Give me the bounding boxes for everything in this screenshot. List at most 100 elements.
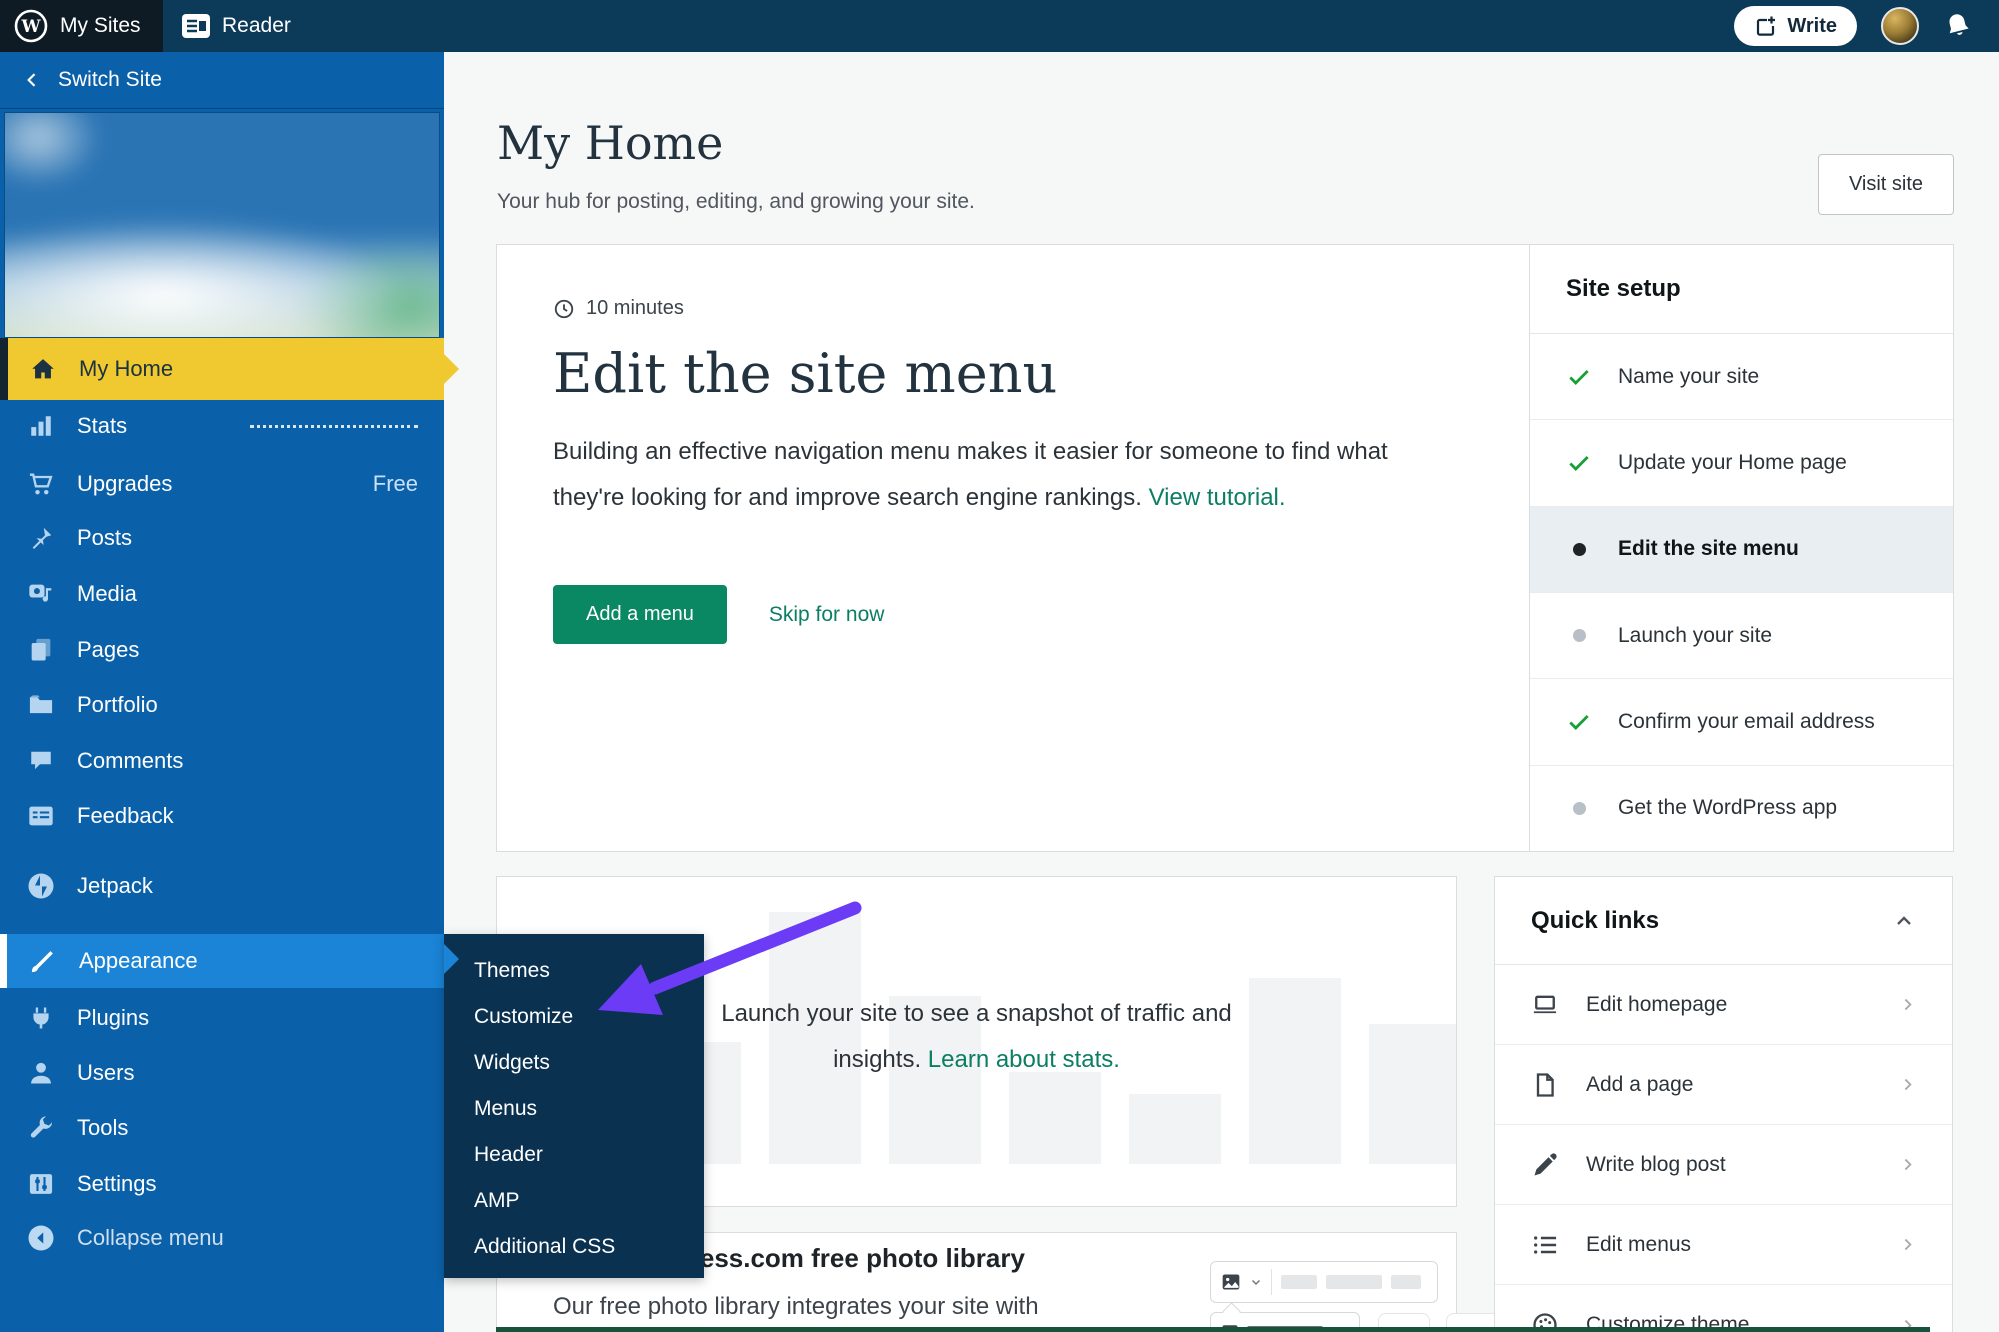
clock-icon xyxy=(554,299,574,318)
chevron-up-icon[interactable] xyxy=(1892,909,1916,933)
sidebar-item-plugins[interactable]: Plugins xyxy=(0,990,444,1046)
user-avatar[interactable] xyxy=(1881,7,1919,45)
comment-bubble-icon xyxy=(26,746,56,776)
photo-library-description: Our free photo library integrates your s… xyxy=(553,1293,1039,1320)
check-icon xyxy=(1566,709,1592,735)
reader-button[interactable]: Reader xyxy=(181,0,291,52)
quick-link-label: Edit homepage xyxy=(1586,992,1728,1016)
task-timer: 10 minutes xyxy=(553,297,1473,320)
visit-site-button[interactable]: Visit site xyxy=(1818,154,1954,215)
write-label: Write xyxy=(1787,14,1837,37)
sidebar-item-label: Tools xyxy=(77,1115,129,1140)
my-sites-button[interactable]: W My Sites xyxy=(0,0,163,52)
site-setup-panel: Site setup Name your site Update your Ho… xyxy=(1529,245,1953,851)
setup-item-update-home-page[interactable]: Update your Home page xyxy=(1530,420,1953,507)
quick-links-header[interactable]: Quick links xyxy=(1495,877,1952,965)
collapse-arrow-icon xyxy=(26,1223,56,1253)
flyout-item-widgets[interactable]: Widgets xyxy=(474,1040,704,1086)
setup-item-label: Edit the site menu xyxy=(1618,537,1799,561)
chevron-right-icon xyxy=(1904,998,1912,1011)
cart-icon xyxy=(26,469,56,499)
flyout-item-additional-css[interactable]: Additional CSS xyxy=(474,1224,704,1270)
setup-item-label: Confirm your email address xyxy=(1618,709,1875,733)
skip-for-now-link[interactable]: Skip for now xyxy=(769,603,885,627)
sidebar-item-pages[interactable]: Pages xyxy=(0,622,444,678)
sidebar-item-feedback[interactable]: Feedback xyxy=(0,788,444,844)
flyout-item-themes[interactable]: Themes xyxy=(474,948,704,994)
switch-site-button[interactable]: Switch Site xyxy=(0,52,444,109)
sidebar-item-comments[interactable]: Comments xyxy=(0,733,444,789)
setup-item-confirm-email[interactable]: Confirm your email address xyxy=(1530,679,1953,766)
quick-link-add-a-page[interactable]: Add a page xyxy=(1495,1045,1952,1125)
sidebar-item-label: Settings xyxy=(77,1171,157,1196)
placeholder-bar xyxy=(1391,1275,1421,1289)
setup-item-label: Name your site xyxy=(1618,364,1760,388)
task-card: 10 minutes Edit the site menu Building a… xyxy=(496,244,1954,852)
task-actions: Add a menu Skip for now xyxy=(553,585,1473,644)
sidebar-item-posts[interactable]: Posts xyxy=(0,510,444,566)
flyout-item-header[interactable]: Header xyxy=(474,1132,704,1178)
sidebar-item-jetpack[interactable]: Jetpack xyxy=(0,858,444,914)
switch-site-label: Switch Site xyxy=(58,68,162,91)
setup-item-edit-site-menu[interactable]: Edit the site menu xyxy=(1530,506,1953,593)
write-button[interactable]: Write xyxy=(1734,6,1857,46)
quick-link-edit-homepage[interactable]: Edit homepage xyxy=(1495,965,1952,1045)
sidebar-item-stats[interactable]: Stats xyxy=(0,398,444,454)
flyout-item-menus[interactable]: Menus xyxy=(474,1086,704,1132)
folder-icon xyxy=(26,690,56,720)
pending-dot-icon xyxy=(1566,795,1592,821)
pencil-icon xyxy=(1534,1152,1557,1175)
setup-item-name-your-site[interactable]: Name your site xyxy=(1530,334,1953,421)
stats-icon xyxy=(26,411,56,441)
jetpack-icon xyxy=(26,871,56,901)
sidebar-item-label: Stats xyxy=(77,413,128,438)
sidebar-item-upgrades[interactable]: Upgrades Free xyxy=(0,456,444,512)
setup-item-launch-your-site[interactable]: Launch your site xyxy=(1530,593,1953,680)
pending-dot-icon xyxy=(1566,623,1592,649)
chevron-right-icon xyxy=(1904,1158,1912,1171)
user-icon xyxy=(26,1058,56,1088)
site-preview-thumbnail[interactable] xyxy=(4,112,440,338)
compose-icon xyxy=(1757,16,1776,36)
quick-links-title: Quick links xyxy=(1531,906,1660,934)
list-icon xyxy=(1534,1235,1557,1254)
illustration-toolbar xyxy=(1210,1261,1438,1303)
setup-item-get-wordpress-app[interactable]: Get the WordPress app xyxy=(1530,766,1953,851)
sidebar-item-label: My Home xyxy=(79,356,174,381)
collapse-menu-label: Collapse menu xyxy=(77,1225,224,1250)
stats-sparkline xyxy=(250,424,418,428)
quick-link-edit-menus[interactable]: Edit menus xyxy=(1495,1205,1952,1285)
setup-item-label: Update your Home page xyxy=(1618,450,1847,474)
wordpress-logo-icon: W xyxy=(14,9,48,43)
home-icon xyxy=(28,354,58,384)
svg-text:W: W xyxy=(20,17,41,37)
task-title: Edit the site menu xyxy=(553,342,1058,405)
site-setup-title: Site setup xyxy=(1530,245,1953,334)
feedback-form-icon xyxy=(26,801,56,831)
blurred-site-screenshot xyxy=(5,113,439,337)
appearance-selected-notch xyxy=(444,944,459,974)
placeholder-bar xyxy=(1281,1275,1317,1289)
view-tutorial-link[interactable]: View tutorial. xyxy=(1149,484,1286,511)
learn-about-stats-link[interactable]: Learn about stats. xyxy=(928,1046,1120,1073)
flyout-item-customize[interactable]: Customize xyxy=(474,994,704,1040)
add-a-menu-button[interactable]: Add a menu xyxy=(553,585,727,644)
sidebar-item-users[interactable]: Users xyxy=(0,1045,444,1101)
sidebar-item-settings[interactable]: Settings xyxy=(0,1156,444,1212)
quick-link-write-blog-post[interactable]: Write blog post xyxy=(1495,1125,1952,1205)
my-home-selected-notch xyxy=(444,354,459,384)
sidebar-item-my-home[interactable]: My Home xyxy=(0,338,444,400)
flyout-item-amp[interactable]: AMP xyxy=(474,1178,704,1224)
sidebar-item-label: Pages xyxy=(77,637,140,662)
sidebar-item-appearance[interactable]: Appearance xyxy=(0,934,444,988)
quick-link-customize-theme[interactable]: Customize theme xyxy=(1495,1285,1952,1332)
sidebar-item-portfolio[interactable]: Portfolio xyxy=(0,677,444,733)
notifications-bell-icon[interactable] xyxy=(1940,8,1976,44)
task-timer-label: 10 minutes xyxy=(586,297,684,319)
stats-message-line2-text: insights. xyxy=(833,1046,922,1073)
collapse-menu-button[interactable]: Collapse menu xyxy=(0,1210,444,1266)
sidebar-item-media[interactable]: Media xyxy=(0,566,444,622)
masterbar-right: Write xyxy=(1734,0,1973,52)
chevron-right-icon xyxy=(1904,1078,1912,1091)
sidebar-item-tools[interactable]: Tools xyxy=(0,1100,444,1156)
